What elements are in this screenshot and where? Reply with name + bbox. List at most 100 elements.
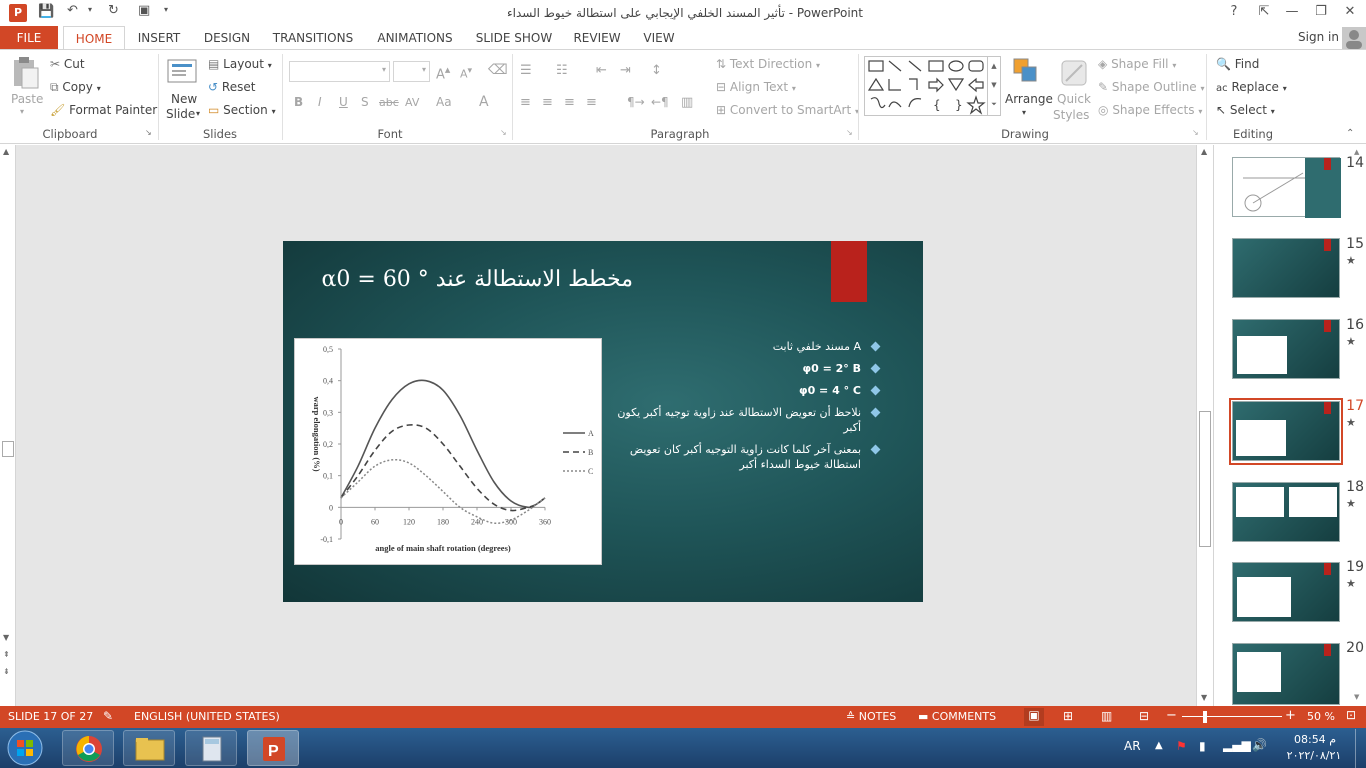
redo-icon[interactable]: ↻ xyxy=(108,3,119,18)
chart-image[interactable]: 0,5 0,4 0,3 0,2 0,1 0 -0,1 0 60 120 180 240 300 360 an… xyxy=(294,338,602,565)
prev-slide-icon[interactable]: ⇞ xyxy=(3,650,10,659)
tab-design[interactable]: DESIGN xyxy=(199,26,255,50)
new-slide-button[interactable] xyxy=(166,56,198,91)
new-slide-label-2[interactable]: Slide xyxy=(166,107,195,121)
align-right-icon[interactable]: ≡ xyxy=(564,95,575,110)
font-color-button[interactable]: A xyxy=(479,94,489,110)
slide-title[interactable]: مخطط الاستطالة عند ° 60 = α0 xyxy=(313,267,633,292)
slide-thumbnail-16[interactable] xyxy=(1232,319,1340,379)
zoom-out-icon[interactable]: − xyxy=(1166,708,1177,723)
tab-animations[interactable]: ANIMATIONS xyxy=(371,26,459,50)
arrange-button[interactable] xyxy=(1012,57,1042,92)
ribbon-display-options-icon[interactable]: ⇱ xyxy=(1252,4,1276,19)
input-language[interactable]: AR xyxy=(1124,739,1141,753)
tab-transitions[interactable]: TRANSITIONS xyxy=(268,26,358,50)
show-hidden-icons-icon[interactable]: ▲ xyxy=(1155,740,1163,751)
paragraph-launcher-icon[interactable]: ↘ xyxy=(846,128,853,137)
slide-thumbnail-17[interactable] xyxy=(1232,401,1340,461)
font-launcher-icon[interactable]: ↘ xyxy=(500,128,507,137)
customize-qat-icon[interactable]: ▾ xyxy=(164,5,168,14)
font-name-combo[interactable]: ▾ xyxy=(289,61,390,82)
clock-date[interactable]: ٢٠٢٢/٠٨/٢١ xyxy=(1278,749,1350,762)
italic-button[interactable]: I xyxy=(318,95,322,109)
bullets-icon[interactable]: ☰ xyxy=(520,63,532,78)
quick-styles-label-1[interactable]: Quick xyxy=(1057,92,1091,106)
tab-file[interactable]: FILE xyxy=(0,26,58,50)
start-slideshow-icon[interactable]: ▣ xyxy=(138,3,150,18)
paste-dropdown-icon[interactable]: ▾ xyxy=(20,107,24,116)
new-slide-label-1[interactable]: New xyxy=(171,92,197,106)
paste-button[interactable] xyxy=(10,56,40,95)
ltr-icon[interactable]: ¶→ xyxy=(627,95,645,109)
slideshow-view-icon[interactable]: ⊟ xyxy=(1139,709,1149,723)
font-size-combo[interactable]: ▾ xyxy=(393,61,430,82)
arrange-dropdown-icon[interactable]: ▾ xyxy=(1022,108,1026,117)
columns-icon[interactable]: ▥ xyxy=(681,95,693,110)
sign-in-link[interactable]: Sign in xyxy=(1298,30,1339,44)
slide-thumbnail-19[interactable] xyxy=(1232,562,1340,622)
underline-button[interactable]: U xyxy=(339,95,348,109)
undo-icon[interactable]: ↶ xyxy=(67,3,78,18)
animation-star-icon[interactable]: ★ xyxy=(1346,577,1356,590)
scroll-down-icon[interactable]: ▼ xyxy=(3,633,9,642)
increase-indent-icon[interactable]: ⇥ xyxy=(620,63,631,78)
drawing-launcher-icon[interactable]: ↘ xyxy=(1192,128,1199,137)
strikethrough-button[interactable]: abc xyxy=(379,96,399,109)
current-slide[interactable]: مخطط الاستطالة عند ° 60 = α0 0,5 0,4 0,3 0,… xyxy=(283,241,923,602)
undo-dropdown-icon[interactable]: ▾ xyxy=(88,5,92,14)
reading-view-icon[interactable]: ▥ xyxy=(1101,709,1112,723)
comments-button[interactable]: ▬ COMMENTS xyxy=(918,710,996,723)
animation-star-icon[interactable]: ★ xyxy=(1346,254,1356,267)
action-center-icon[interactable]: ⚑ xyxy=(1176,739,1187,753)
scroll-thumb[interactable] xyxy=(1199,411,1211,547)
editor-scrollbar[interactable]: ▲ ▼ xyxy=(1196,145,1213,706)
slide-thumbnail-15[interactable] xyxy=(1232,238,1340,298)
slide-bullet-list[interactable]: A مسند خلفي ثابت φ0 = 2° B φ0 = 4 ° C نل… xyxy=(613,339,881,479)
help-button[interactable]: ? xyxy=(1222,4,1246,19)
slide-thumbnail-20[interactable] xyxy=(1232,643,1340,705)
reset-button[interactable]: ↺ Reset xyxy=(208,80,255,94)
power-icon[interactable]: ▮ xyxy=(1199,739,1206,753)
show-desktop-button[interactable] xyxy=(1355,729,1366,768)
notes-button[interactable]: ≙ NOTES xyxy=(846,710,896,723)
zoom-level[interactable]: 50 % xyxy=(1307,710,1335,723)
animation-star-icon[interactable]: ★ xyxy=(1346,497,1356,510)
animation-star-icon[interactable]: ★ xyxy=(1346,335,1356,348)
change-case-button[interactable]: Aa xyxy=(436,95,452,109)
shape-outline-button[interactable]: ✎ Shape Outline ▾ xyxy=(1098,80,1205,94)
replace-button[interactable]: ac Replace ▾ xyxy=(1216,80,1287,94)
powerpoint-taskbar-button[interactable]: P xyxy=(247,730,299,766)
tab-view[interactable]: VIEW xyxy=(638,26,680,50)
scroll-down-icon[interactable]: ▼ xyxy=(1354,693,1359,701)
text-shadow-button[interactable]: S xyxy=(361,95,369,109)
scroll-up-icon[interactable]: ▲ xyxy=(1201,147,1207,156)
cut-button[interactable]: ✂ Cut xyxy=(50,57,85,71)
copy-button[interactable]: ⧉ Copy ▾ xyxy=(50,80,101,95)
slide-counter[interactable]: SLIDE 17 OF 27 xyxy=(8,710,93,723)
slide-sorter-icon[interactable]: ⊞ xyxy=(1063,709,1073,723)
language-indicator[interactable]: ENGLISH (UNITED STATES) xyxy=(134,710,280,723)
increase-font-size-icon[interactable]: A▴ xyxy=(436,63,450,82)
line-spacing-icon[interactable]: ↕ xyxy=(651,63,662,78)
shape-effects-button[interactable]: ◎ Shape Effects ▾ xyxy=(1098,103,1202,117)
zoom-slider-thumb[interactable] xyxy=(1203,711,1207,723)
left-scrollbar[interactable]: ▲ ▼ ⇞ ⇟ xyxy=(0,145,16,706)
bold-button[interactable]: B xyxy=(294,95,303,109)
zoom-slider-track[interactable] xyxy=(1182,716,1282,717)
slide-thumbnail-14[interactable] xyxy=(1232,157,1341,218)
select-button[interactable]: ↖ Select ▾ xyxy=(1216,103,1275,117)
next-slide-icon[interactable]: ⇟ xyxy=(3,667,10,676)
scroll-up-icon[interactable]: ▲ xyxy=(3,147,9,156)
paste-label[interactable]: Paste xyxy=(11,92,43,106)
animation-star-icon[interactable]: ★ xyxy=(1346,416,1356,429)
slide-thumbnail-18[interactable] xyxy=(1232,482,1340,542)
clipboard-launcher-icon[interactable]: ↘ xyxy=(145,128,152,137)
convert-smartart-button[interactable]: ⊞ Convert to SmartArt ▾ xyxy=(716,103,859,117)
align-text-button[interactable]: ⊟ Align Text ▾ xyxy=(716,80,796,94)
fit-to-window-icon[interactable]: ⊡ xyxy=(1346,708,1356,722)
align-left-icon[interactable]: ≡ xyxy=(520,95,531,110)
shapes-gallery[interactable]: {} ▲ ▼ ⏷ xyxy=(864,56,1001,116)
chrome-taskbar-button[interactable] xyxy=(62,730,114,766)
numbering-icon[interactable]: ☷ xyxy=(556,63,568,78)
scroll-down-icon[interactable]: ▼ xyxy=(1201,693,1207,702)
